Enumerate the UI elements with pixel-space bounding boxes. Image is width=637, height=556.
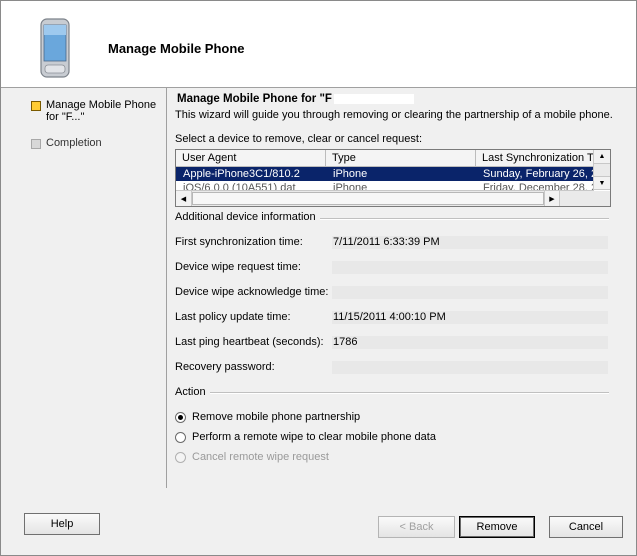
device-select-label: Select a device to remove, clear or canc… xyxy=(175,133,423,145)
wizard-title: Manage Mobile Phone xyxy=(108,41,245,56)
radio-remote-wipe[interactable]: Perform a remote wipe to clear mobile ph… xyxy=(175,431,436,443)
back-button: < Back xyxy=(378,516,455,538)
device-list[interactable]: User Agent Type Last Synchronization Ti … xyxy=(175,149,611,207)
recovery-password-label: Recovery password: xyxy=(175,361,275,373)
radio-label: Remove mobile phone partnership xyxy=(192,411,361,423)
radio-label: Perform a remote wipe to clear mobile ph… xyxy=(192,431,436,443)
wipe-ack-value xyxy=(332,286,608,299)
scroll-left-icon[interactable]: ◀ xyxy=(176,191,192,206)
first-sync-label: First synchronization time: xyxy=(175,236,303,248)
divider xyxy=(175,392,609,394)
scroll-corner xyxy=(594,191,610,206)
column-header-user-agent[interactable]: User Agent xyxy=(176,150,326,166)
first-sync-value: 7/11/2011 6:33:39 PM xyxy=(332,236,608,249)
wizard-steps: Manage Mobile Phone for "F..." Completio… xyxy=(1,88,167,488)
ping-heartbeat-label: Last ping heartbeat (seconds): xyxy=(175,336,324,348)
current-step-icon xyxy=(31,101,41,111)
radio-cancel-wipe: Cancel remote wipe request xyxy=(175,451,329,463)
scroll-up-icon[interactable]: ▲ xyxy=(594,150,610,164)
cell-last-sync: Sunday, February 26, 2 xyxy=(483,168,594,180)
wipe-ack-label: Device wipe acknowledge time: xyxy=(175,286,329,298)
mobile-phone-icon xyxy=(40,18,70,78)
device-list-header: User Agent Type Last Synchronization Ti xyxy=(176,150,610,167)
policy-update-label: Last policy update time: xyxy=(175,311,291,323)
wizard-header: Manage Mobile Phone xyxy=(1,1,636,88)
scroll-down-icon[interactable]: ▼ xyxy=(594,176,610,190)
radio-checked-icon[interactable] xyxy=(175,411,186,423)
step-label: Manage Mobile Phone for "F..." xyxy=(46,99,157,123)
step-manage-mobile-phone[interactable]: Manage Mobile Phone for "F..." xyxy=(31,99,158,123)
action-title: Action xyxy=(175,386,210,398)
radio-label: Cancel remote wipe request xyxy=(192,451,329,463)
redacted-name xyxy=(333,93,414,104)
device-row[interactable]: Apple-iPhone3C1/810.2 iPhone Sunday, Feb… xyxy=(176,167,610,181)
additional-info-title: Additional device information xyxy=(175,211,320,223)
wipe-request-label: Device wipe request time: xyxy=(175,261,301,273)
wizard-window: Manage Mobile Phone Manage Mobile Phone … xyxy=(0,0,637,556)
scroll-right-icon[interactable]: ▶ xyxy=(544,191,560,206)
help-button[interactable]: Help xyxy=(24,513,100,535)
pending-step-icon xyxy=(31,139,41,149)
step-completion[interactable]: Completion xyxy=(31,137,158,149)
radio-remove-partnership[interactable]: Remove mobile phone partnership xyxy=(175,411,360,423)
scroll-thumb[interactable] xyxy=(192,192,544,205)
cell-user-agent: Apple-iPhone3C1/810.2 xyxy=(183,168,300,180)
vertical-scrollbar[interactable]: ▲ ▼ xyxy=(593,150,610,190)
remove-button[interactable]: Remove xyxy=(459,516,535,538)
cancel-button[interactable]: Cancel xyxy=(549,516,623,538)
ping-heartbeat-value: 1786 xyxy=(332,336,608,349)
radio-unchecked-icon[interactable] xyxy=(175,431,186,443)
policy-update-value: 11/15/2011 4:00:10 PM xyxy=(332,311,608,324)
radio-disabled-icon xyxy=(175,451,186,463)
wipe-request-value xyxy=(332,261,608,274)
cell-type: iPhone xyxy=(333,168,368,180)
step-label: Completion xyxy=(46,137,102,149)
recovery-password-value xyxy=(332,361,608,374)
horizontal-scrollbar[interactable]: ◀ ▶ xyxy=(176,190,594,206)
section-description: This wizard will guide you through remov… xyxy=(175,109,613,121)
column-header-last-sync[interactable]: Last Synchronization Ti xyxy=(476,150,594,166)
section-title: Manage Mobile Phone for "F xyxy=(177,93,414,105)
column-header-type[interactable]: Type xyxy=(326,150,476,166)
